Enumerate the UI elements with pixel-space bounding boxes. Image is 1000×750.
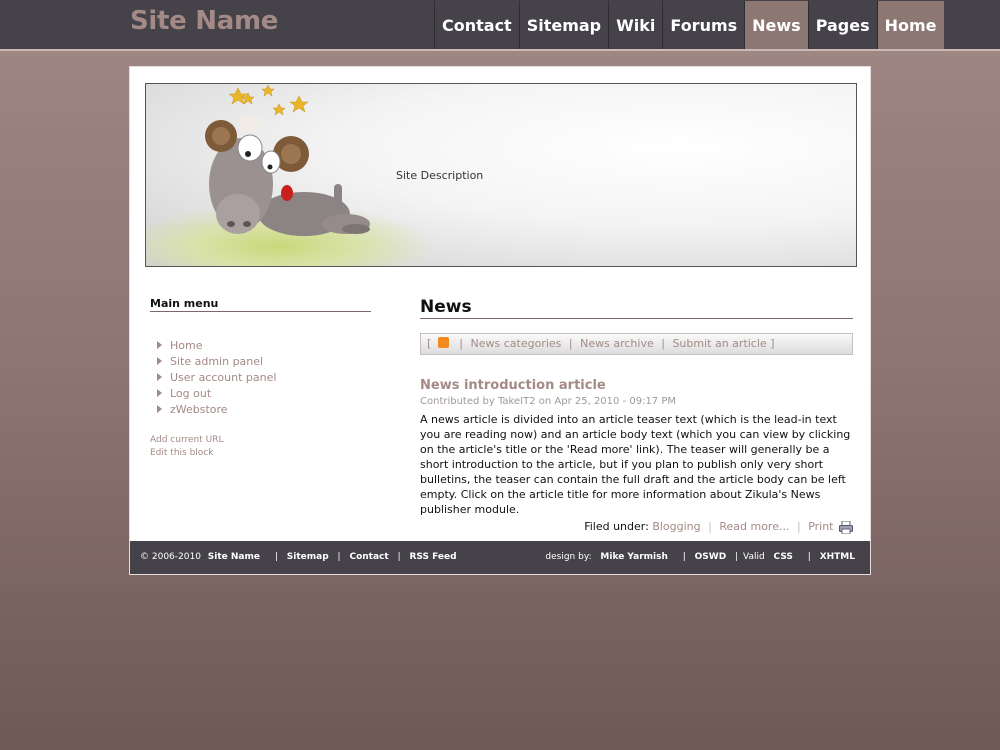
separator: | [337, 552, 341, 562]
edit-block-link[interactable]: Edit this block [150, 447, 371, 460]
footer-sitemap-link[interactable]: Sitemap [287, 552, 329, 562]
footer-right: design by: Mike Yarmish | OSWD | Valid C… [545, 541, 855, 574]
oswd-link[interactable]: OSWD [695, 552, 727, 562]
rss-feed-icon[interactable] [437, 336, 449, 348]
separator: | [708, 520, 712, 533]
menu-item-label: zWebstore [170, 403, 228, 416]
css-link[interactable]: CSS [774, 552, 793, 562]
footer-left: © 2006-2010 Site Name | Sitemap | Contac… [140, 541, 457, 574]
arrow-right-icon [157, 373, 162, 381]
site-name[interactable]: Site Name [130, 6, 278, 36]
separator: | [796, 520, 801, 533]
article-byline: Contributed by TakeIT2 on Apr 25, 2010 -… [420, 396, 677, 407]
news-archive-link[interactable]: News archive [580, 337, 654, 350]
sidebar: Main menu Home Site admin panel User acc… [150, 297, 371, 460]
menu-item-log-out[interactable]: Log out [150, 386, 371, 402]
xhtml-link[interactable]: XHTML [820, 552, 855, 562]
menu-item-user-account-panel[interactable]: User account panel [150, 370, 371, 386]
nav-pages[interactable]: Pages [807, 1, 877, 49]
nav-news[interactable]: News [744, 1, 808, 49]
article-teaser: A news article is divided into an articl… [420, 413, 851, 516]
arrow-right-icon [157, 389, 162, 397]
arrow-right-icon [157, 357, 162, 365]
news-subnav: [ | News categories | News archive | Sub… [420, 333, 853, 355]
separator: | [568, 337, 573, 350]
arrow-right-icon [157, 405, 162, 413]
submit-article-link[interactable]: Submit an article [672, 337, 766, 350]
content-container: Site Description Main menu Home Site adm… [129, 66, 871, 575]
nav-forums[interactable]: Forums [662, 1, 745, 49]
separator: | [397, 552, 401, 562]
add-current-url-link[interactable]: Add current URL [150, 434, 371, 447]
footer-site-name-link[interactable]: Site Name [208, 552, 260, 562]
designer-link[interactable]: Mike Yarmish [600, 552, 667, 562]
category-link[interactable]: Blogging [652, 520, 700, 533]
menu-item-label: Home [170, 339, 203, 352]
copyright: © 2006-2010 [140, 552, 201, 562]
menu-item-home[interactable]: Home [150, 338, 371, 354]
separator: | [735, 552, 739, 562]
separator: | [459, 337, 464, 350]
bracket-close: ] [770, 337, 775, 350]
separator: | [682, 552, 686, 562]
article-footer: Filed under: Blogging | Read more... | P… [420, 520, 853, 534]
design-by-label: design by: [545, 552, 592, 562]
nav-home[interactable]: Home [876, 1, 944, 49]
nav-sitemap[interactable]: Sitemap [518, 1, 609, 49]
main-menu-title: Main menu [150, 297, 371, 312]
bracket-open: [ [427, 337, 432, 350]
arrow-right-icon [157, 341, 162, 349]
footer: © 2006-2010 Site Name | Sitemap | Contac… [130, 541, 870, 574]
menu-item-site-admin-panel[interactable]: Site admin panel [150, 354, 371, 370]
read-more-link[interactable]: Read more... [719, 520, 789, 533]
main-nav: Contact Sitemap Wiki Forums News Pages H… [434, 1, 944, 49]
menu-item-zwebstore[interactable]: zWebstore [150, 402, 371, 418]
nav-contact[interactable]: Contact [434, 1, 519, 49]
print-link[interactable]: Print [808, 520, 833, 533]
separator: | [274, 552, 278, 562]
block-admin-links: Add current URL Edit this block [150, 434, 371, 460]
separator: | [661, 337, 665, 350]
valid-label: Valid [742, 552, 765, 562]
nav-wiki[interactable]: Wiki [608, 1, 663, 49]
page-title: News [420, 297, 853, 319]
menu-item-label: Log out [170, 387, 212, 400]
menu-item-label: Site admin panel [170, 355, 264, 368]
menu-item-label: User account panel [170, 371, 277, 384]
top-bar: Site Name Contact Sitemap Wiki Forums Ne… [0, 0, 1000, 51]
footer-contact-link[interactable]: Contact [349, 552, 388, 562]
printer-icon[interactable] [839, 520, 853, 534]
filed-under-label: Filed under: [584, 520, 649, 533]
news-categories-link[interactable]: News categories [471, 337, 562, 350]
header-banner: Site Description [145, 83, 857, 267]
main-menu: Home Site admin panel User account panel… [150, 338, 371, 418]
footer-rss-link[interactable]: RSS Feed [409, 552, 456, 562]
article-title-link[interactable]: News introduction article [420, 378, 853, 393]
main-content: News [ | News categories | News archive … [420, 297, 853, 534]
separator: | [807, 552, 811, 562]
site-description: Site Description [396, 169, 484, 182]
